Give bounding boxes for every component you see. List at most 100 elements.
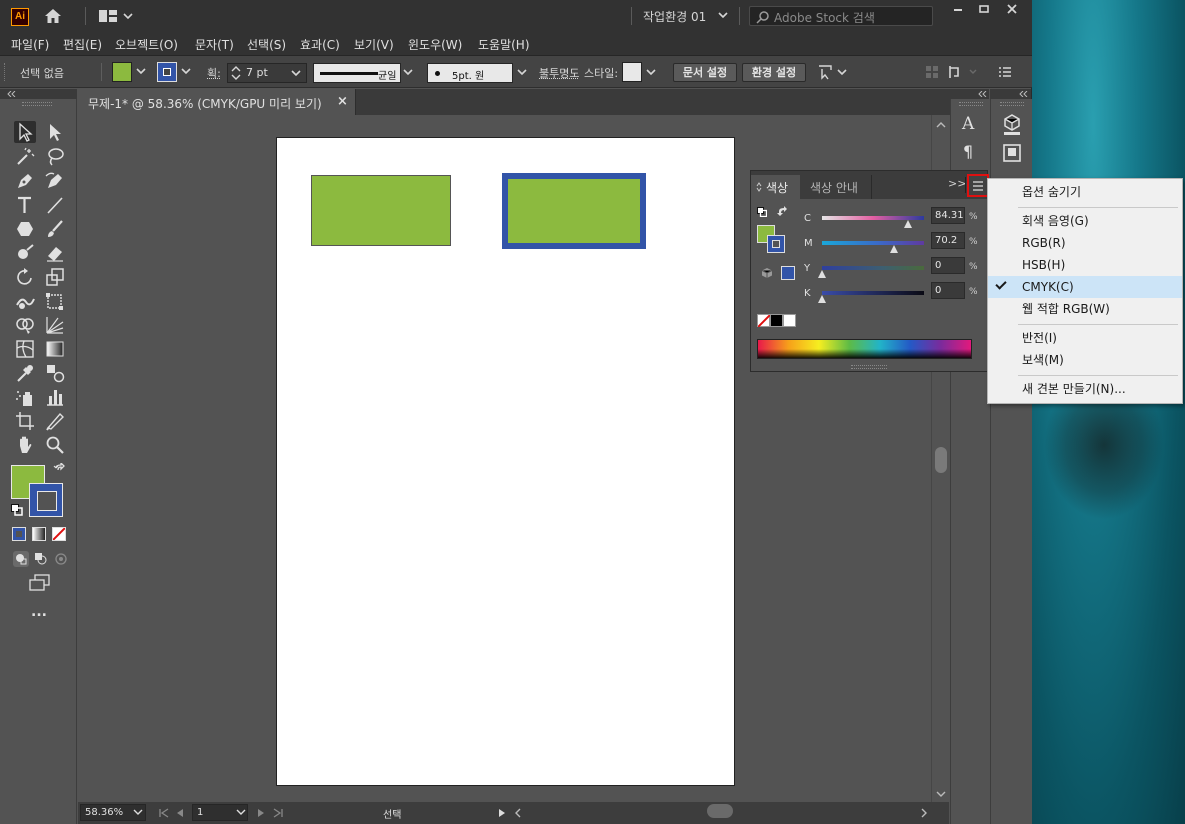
chevron-down-icon[interactable] bbox=[135, 65, 149, 79]
color-mode-icon[interactable] bbox=[12, 527, 26, 541]
opacity-link[interactable]: 불투명도 bbox=[539, 65, 579, 81]
previous-artboard-icon[interactable] bbox=[175, 808, 185, 818]
tools-panel-grip[interactable] bbox=[22, 102, 52, 106]
status-menu-icon[interactable] bbox=[498, 808, 506, 818]
rotate-tool-icon[interactable] bbox=[14, 266, 36, 288]
menu-item-web-safe-rgb[interactable]: 웹 적합 RGB(W) bbox=[988, 298, 1182, 320]
menu-edit[interactable]: 편집(E) bbox=[63, 36, 102, 53]
shaper-tool-icon[interactable] bbox=[14, 242, 36, 264]
chevron-down-icon[interactable] bbox=[402, 66, 416, 80]
stroke-weight-field[interactable]: 7 pt bbox=[227, 63, 307, 83]
home-icon[interactable] bbox=[44, 8, 62, 24]
chevron-down-icon[interactable] bbox=[236, 808, 246, 816]
menu-item-grayscale[interactable]: 회색 음영(G) bbox=[988, 210, 1182, 232]
last-artboard-icon[interactable] bbox=[272, 808, 284, 818]
eyedropper-tool-icon[interactable] bbox=[14, 362, 36, 384]
document-tab[interactable]: 무제-1* @ 58.36% (CMYK/GPU 미리 보기) × bbox=[78, 89, 356, 115]
menu-help[interactable]: 도움말(H) bbox=[478, 36, 530, 53]
menu-select[interactable]: 선택(S) bbox=[247, 36, 286, 53]
chevron-down-icon[interactable] bbox=[133, 808, 143, 816]
next-artboard-icon[interactable] bbox=[256, 808, 266, 818]
mesh-tool-icon[interactable] bbox=[14, 338, 36, 360]
edit-toolbar-button[interactable]: ... bbox=[31, 604, 47, 620]
screen-mode-icon[interactable] bbox=[28, 574, 52, 592]
menu-item-rgb[interactable]: RGB(R) bbox=[988, 232, 1182, 254]
black-slider-thumb[interactable] bbox=[818, 295, 826, 303]
draw-behind-icon[interactable] bbox=[33, 551, 49, 567]
paragraph-panel-icon[interactable]: ¶ bbox=[963, 142, 973, 161]
lasso-tool-icon[interactable] bbox=[44, 146, 66, 168]
menu-item-complement[interactable]: 보색(M) bbox=[988, 349, 1182, 371]
preferences-button[interactable]: 환경 설정 bbox=[742, 63, 806, 82]
magenta-value-field[interactable]: 70.2 bbox=[931, 232, 965, 249]
expand-panel-icon[interactable]: >> bbox=[948, 177, 966, 190]
brush-definition-dropdown[interactable]: 5pt. 원 bbox=[427, 63, 513, 83]
chevron-down-icon[interactable] bbox=[516, 66, 530, 80]
menu-file[interactable]: 파일(F) bbox=[11, 36, 49, 53]
libraries-icon[interactable] bbox=[1002, 143, 1022, 163]
stock-search-input[interactable]: Adobe Stock 검색 bbox=[749, 6, 933, 26]
line-segment-tool-icon[interactable] bbox=[44, 194, 66, 216]
menu-type[interactable]: 문자(T) bbox=[195, 36, 234, 53]
menu-object[interactable]: 오브젝트(O) bbox=[115, 36, 178, 53]
fill-color-swatch[interactable] bbox=[112, 62, 132, 82]
slice-tool-icon[interactable] bbox=[44, 410, 66, 432]
magenta-slider-thumb[interactable] bbox=[889, 245, 898, 253]
select-similar-icon[interactable] bbox=[816, 63, 848, 81]
swap-colors-icon[interactable] bbox=[777, 206, 789, 218]
align-grid-icon[interactable] bbox=[925, 65, 939, 79]
dock-collapse-bar[interactable] bbox=[990, 89, 1031, 99]
magic-wand-tool-icon[interactable] bbox=[14, 146, 36, 168]
control-bar-grip[interactable] bbox=[4, 63, 7, 81]
type-tool-icon[interactable] bbox=[14, 194, 36, 216]
default-colors-icon[interactable] bbox=[757, 206, 768, 218]
black-color-swatch[interactable] bbox=[770, 314, 783, 327]
horizontal-scroll-thumb[interactable] bbox=[707, 804, 733, 818]
green-rectangle-no-stroke[interactable] bbox=[311, 175, 451, 246]
green-rectangle-blue-stroke[interactable] bbox=[502, 173, 646, 249]
perspective-grid-tool-icon[interactable] bbox=[44, 314, 66, 336]
panel-menu-button[interactable] bbox=[967, 174, 989, 197]
default-fill-stroke-icon[interactable] bbox=[11, 504, 23, 516]
gradient-mode-icon[interactable] bbox=[32, 527, 46, 541]
menu-item-cmyk[interactable]: CMYK(C) bbox=[988, 276, 1182, 298]
pen-tool-icon[interactable] bbox=[14, 170, 36, 192]
chevron-down-icon[interactable] bbox=[645, 66, 659, 80]
document-setup-button[interactable]: 문서 설정 bbox=[673, 63, 737, 82]
yellow-value-field[interactable]: 0 bbox=[931, 257, 965, 274]
zoom-tool-icon[interactable] bbox=[44, 434, 66, 456]
menu-view[interactable]: 보기(V) bbox=[354, 36, 394, 53]
scroll-up-icon[interactable] bbox=[936, 121, 946, 129]
close-window-button[interactable] bbox=[997, 2, 1027, 22]
close-tab-icon[interactable]: × bbox=[337, 94, 348, 109]
none-color-swatch[interactable] bbox=[757, 314, 770, 327]
first-artboard-icon[interactable] bbox=[158, 808, 170, 818]
menu-item-hsb[interactable]: HSB(H) bbox=[988, 254, 1182, 276]
eraser-tool-icon[interactable] bbox=[44, 242, 66, 264]
yellow-slider[interactable] bbox=[822, 266, 924, 270]
color-spectrum-bar[interactable] bbox=[757, 339, 972, 359]
gradient-tool-icon[interactable] bbox=[44, 338, 66, 360]
panel-resize-grip[interactable] bbox=[851, 365, 887, 369]
paintbrush-tool-icon[interactable] bbox=[44, 218, 66, 240]
panel-stroke-swatch[interactable] bbox=[767, 235, 785, 253]
blend-tool-icon[interactable] bbox=[44, 362, 66, 384]
stroke-label[interactable]: 획: bbox=[207, 65, 221, 81]
toolbar-collapse-bar[interactable] bbox=[0, 89, 77, 99]
black-slider[interactable] bbox=[822, 291, 924, 295]
maximize-button[interactable] bbox=[969, 2, 999, 22]
arrange-documents-icon[interactable] bbox=[99, 9, 133, 23]
control-bar-menu-icon[interactable] bbox=[998, 65, 1012, 79]
cyan-value-field[interactable]: 84.31 bbox=[931, 207, 965, 224]
workspace-switcher[interactable]: 작업환경 01 bbox=[643, 8, 706, 25]
column-graph-tool-icon[interactable] bbox=[44, 386, 66, 408]
tab-color-guide[interactable]: 색상 안내 bbox=[800, 175, 872, 199]
draw-inside-icon[interactable] bbox=[53, 551, 69, 567]
out-of-gamut-cube-icon[interactable] bbox=[761, 267, 773, 279]
scale-tool-icon[interactable] bbox=[44, 266, 66, 288]
hand-tool-icon[interactable] bbox=[14, 434, 36, 456]
dock-collapse-bar[interactable] bbox=[950, 89, 989, 99]
swap-fill-stroke-icon[interactable] bbox=[53, 461, 67, 477]
draw-normal-icon[interactable] bbox=[13, 551, 29, 567]
curvature-tool-icon[interactable] bbox=[44, 170, 66, 192]
